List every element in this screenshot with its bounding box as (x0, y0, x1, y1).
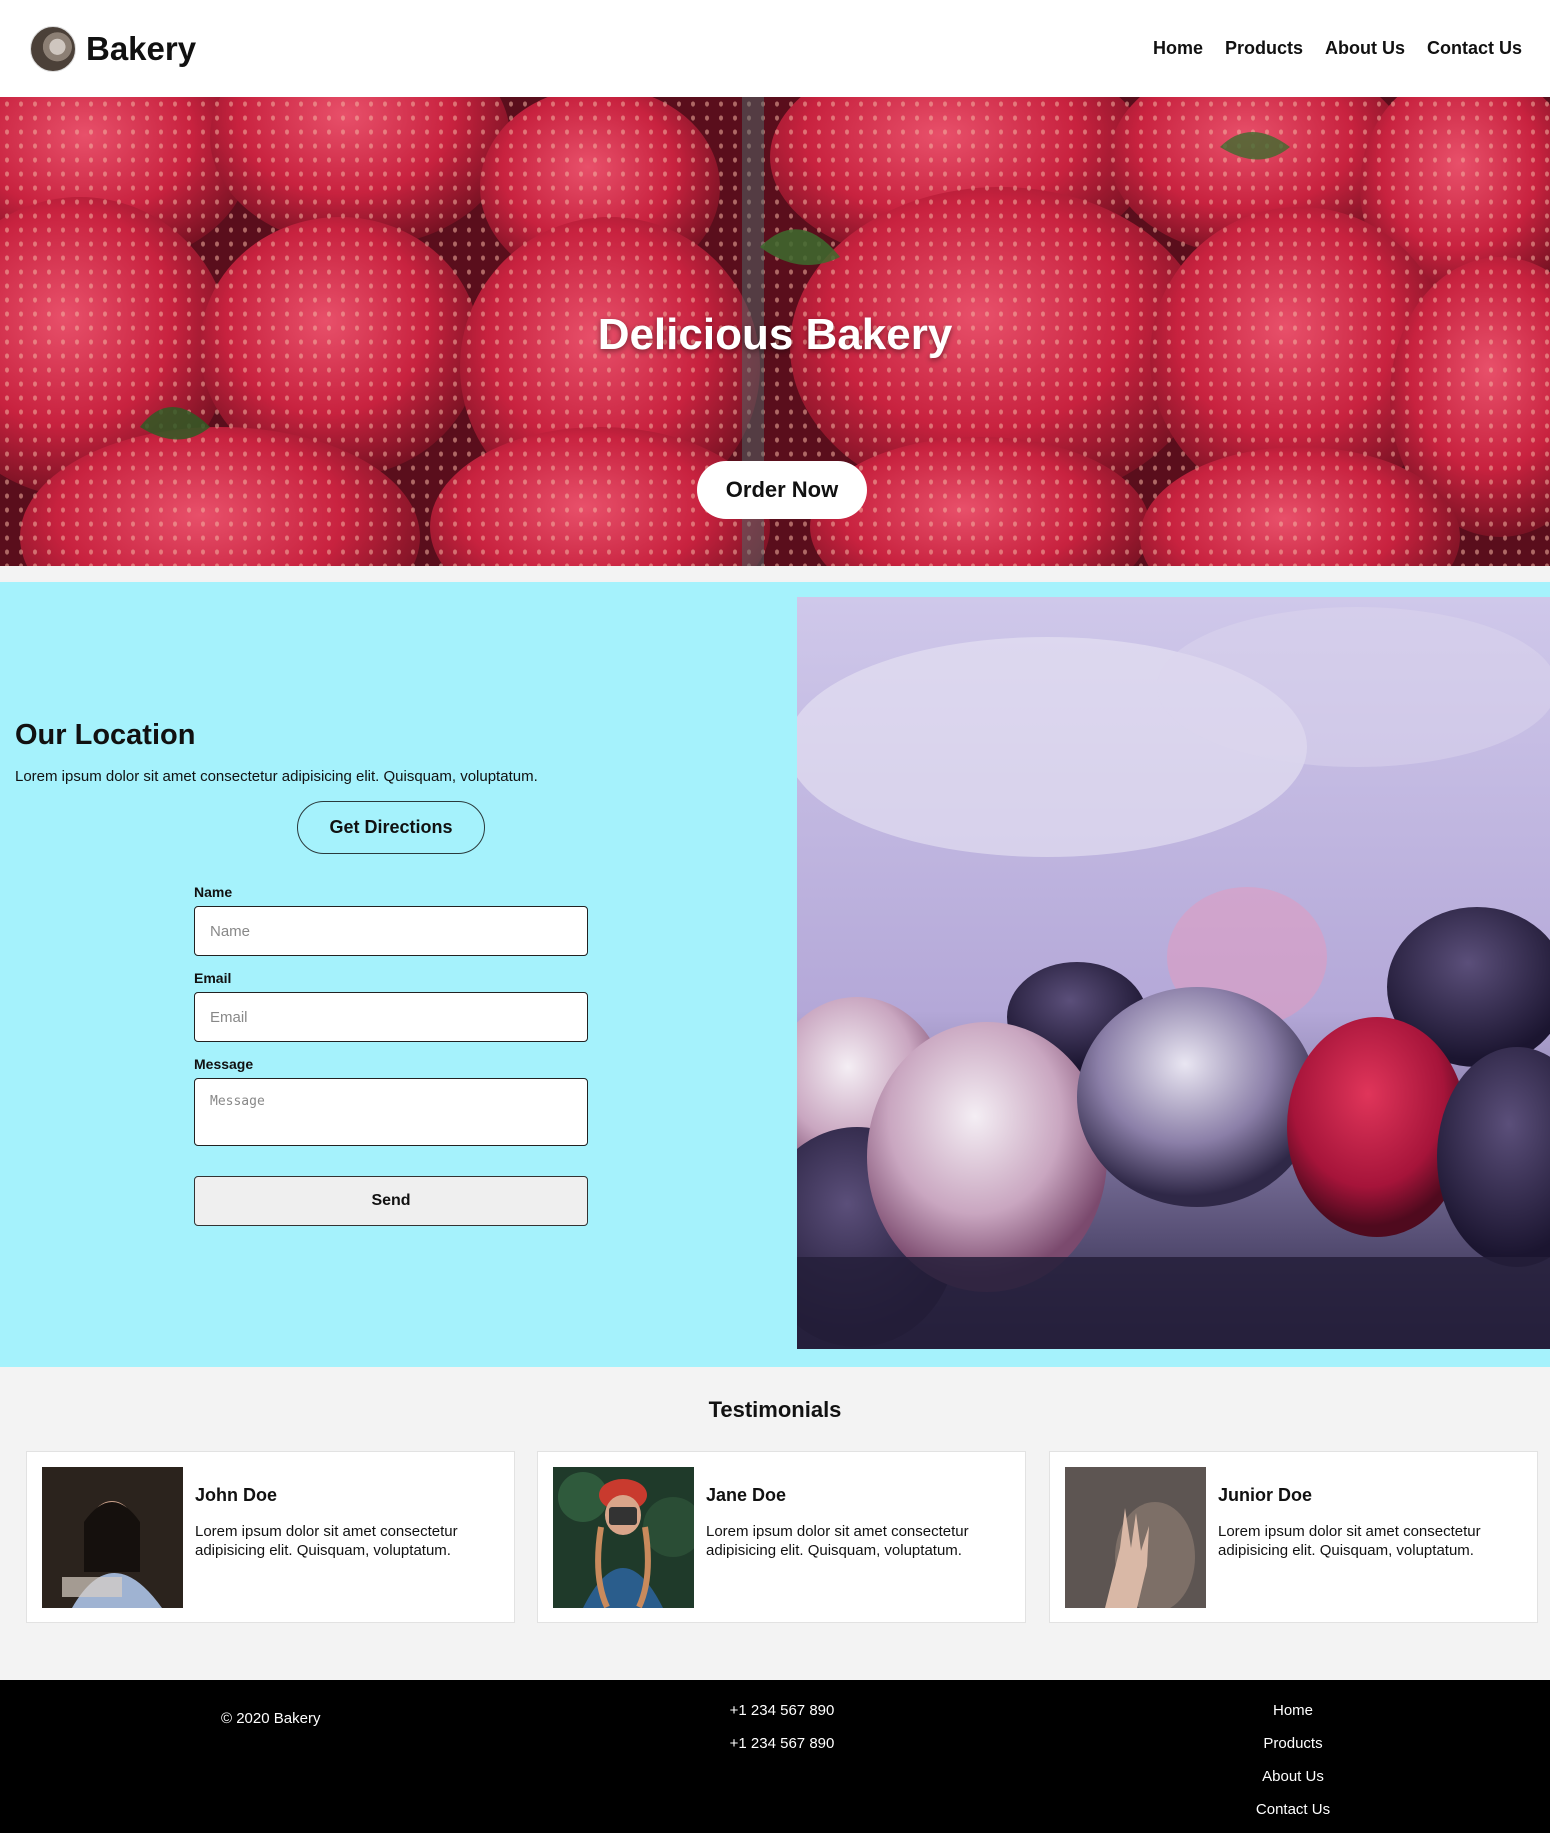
testimonial-name: Jane Doe (706, 1485, 787, 1505)
nav-home-link[interactable]: Home (1153, 38, 1203, 59)
site-header: Bakery Home Products About Us Contact Us (0, 0, 1550, 97)
testimonials-title: Testimonials (708, 1397, 842, 1422)
frozen-berries-image (797, 597, 1550, 1349)
location-title: Our Location (15, 719, 196, 751)
email-input[interactable] (194, 992, 588, 1042)
footer-link-products[interactable]: Products (1193, 1735, 1393, 1752)
brand-name: Bakery (86, 29, 197, 67)
order-now-button[interactable]: Order Now (697, 461, 867, 519)
testimonial-text: Lorem ipsum dolor sit amet consectetur a… (706, 1523, 969, 1559)
hero-section: Delicious Bakery Order Now (0, 97, 1550, 566)
testimonial-text: Lorem ipsum dolor sit amet consectetur a… (1218, 1523, 1481, 1559)
message-textarea[interactable] (194, 1078, 588, 1146)
testimonials-section: Testimonials John Doe Lorem ipsum dolor … (0, 1367, 1550, 1680)
email-label: Email (194, 970, 232, 986)
main-nav: Home Products About Us Contact Us (1153, 38, 1522, 59)
logo-avatar (30, 25, 76, 72)
testimonial-name: Junior Doe (1218, 1485, 1313, 1505)
nav-contact-link[interactable]: Contact Us (1427, 38, 1522, 59)
hero-title: Delicious Bakery (597, 310, 953, 359)
testimonial-card: Junior Doe Lorem ipsum dolor sit amet co… (1049, 1451, 1538, 1623)
testimonial-card: Jane Doe Lorem ipsum dolor sit amet cons… (537, 1451, 1026, 1623)
testimonial-card: John Doe Lorem ipsum dolor sit amet cons… (26, 1451, 515, 1623)
name-label: Name (194, 884, 233, 900)
phone-number: +1 234 567 890 (729, 1735, 835, 1752)
testimonial-name: John Doe (195, 1485, 278, 1505)
footer-link-home[interactable]: Home (1193, 1702, 1393, 1719)
message-label: Message (194, 1056, 254, 1072)
name-input[interactable] (194, 906, 588, 956)
get-directions-button[interactable]: Get Directions (297, 801, 485, 854)
send-button[interactable]: Send (194, 1176, 588, 1226)
location-section: Our Location Lorem ipsum dolor sit amet … (0, 582, 1550, 1367)
testimonial-photo (42, 1467, 183, 1608)
footer-link-contact[interactable]: Contact Us (1193, 1801, 1393, 1818)
brand[interactable]: Bakery (30, 25, 197, 72)
testimonial-text: Lorem ipsum dolor sit amet consectetur a… (195, 1523, 458, 1559)
nav-about-link[interactable]: About Us (1325, 38, 1405, 59)
site-footer: © 2020 Bakery +1 234 567 890 +1 234 567 … (0, 1680, 1550, 1833)
nav-products-link[interactable]: Products (1225, 38, 1303, 59)
location-text: Lorem ipsum dolor sit amet consectetur a… (15, 768, 538, 785)
copyright-text: © 2020 Bakery (221, 1710, 321, 1727)
testimonial-photo (1065, 1467, 1206, 1608)
footer-link-about[interactable]: About Us (1193, 1768, 1393, 1785)
phone-number: +1 234 567 890 (729, 1702, 835, 1719)
testimonial-photo (553, 1467, 694, 1608)
